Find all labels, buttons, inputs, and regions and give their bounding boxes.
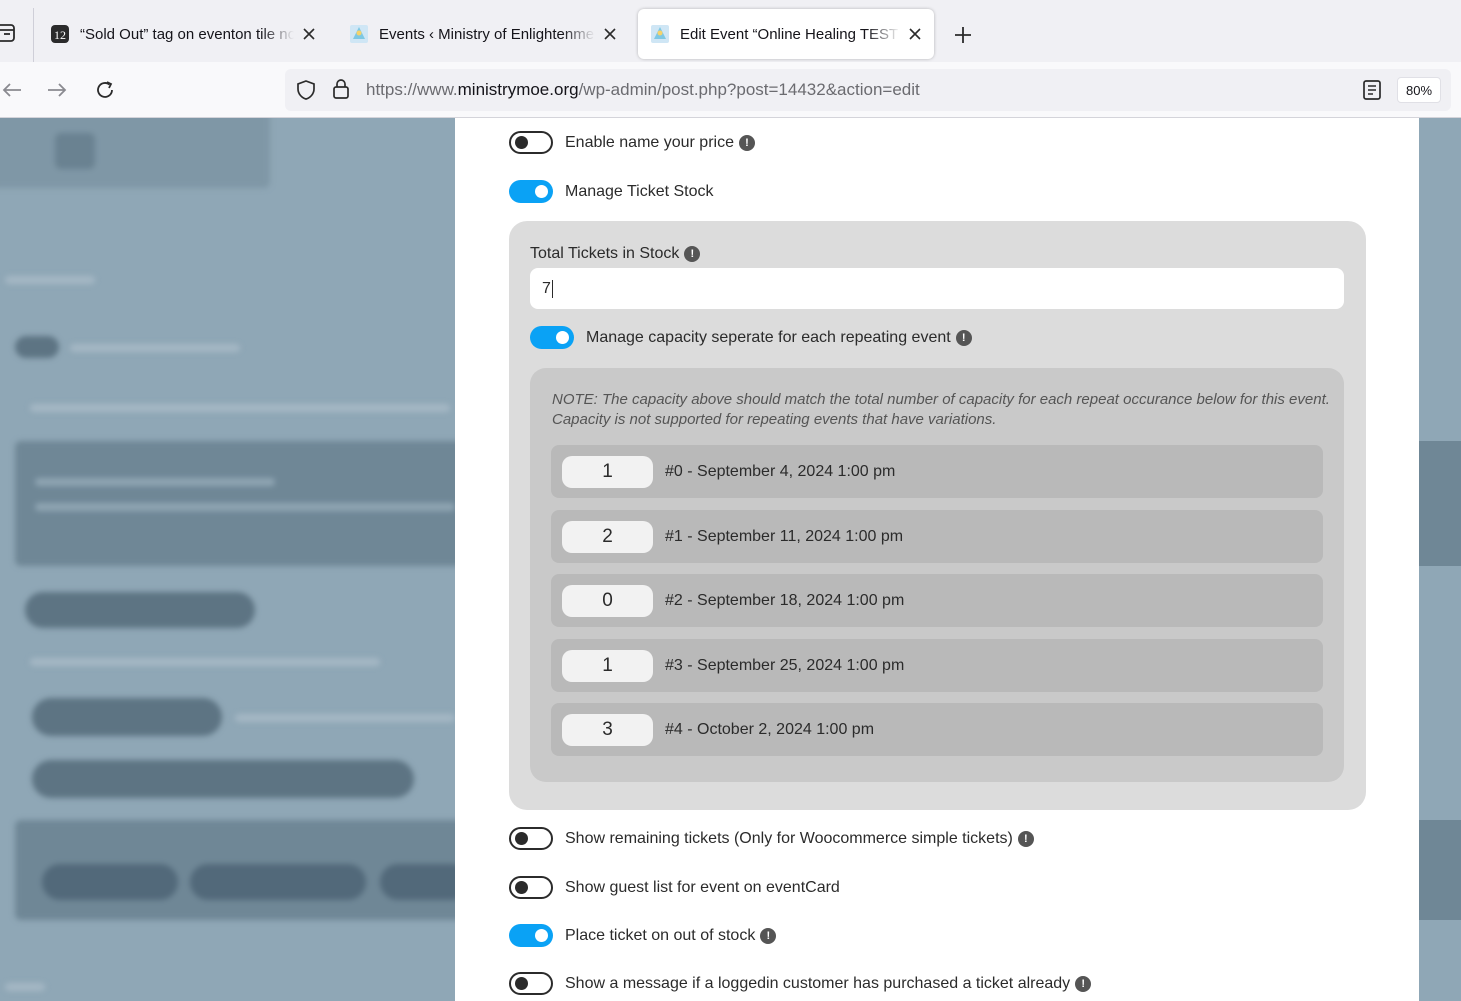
- name-your-price-toggle[interactable]: [509, 131, 553, 154]
- occurrence-date: #4 - October 2, 2024 1:00 pm: [665, 720, 875, 738]
- blurred-background-right: [1419, 118, 1461, 1001]
- shield-icon[interactable]: [295, 79, 317, 106]
- occurrence-row: 1 #3 - September 25, 2024 1:00 pm: [551, 639, 1323, 692]
- tab-title: Edit Event “Online Healing TEST 1: [680, 25, 900, 43]
- repeat-capacity-box: NOTE: The capacity above should match th…: [530, 368, 1344, 782]
- name-your-price-row: Enable name your price !: [509, 131, 755, 154]
- occurrence-capacity-input[interactable]: 3: [562, 713, 653, 746]
- guest-list-toggle[interactable]: [509, 876, 553, 899]
- close-icon[interactable]: [300, 25, 318, 43]
- occurrence-date: #3 - September 25, 2024 1:00 pm: [665, 656, 905, 674]
- back-arrow-icon[interactable]: [0, 78, 24, 102]
- tab-title: “Sold Out” tag on eventon tile not: [80, 25, 294, 43]
- out-of-stock-toggle[interactable]: [509, 924, 553, 947]
- text-cursor: [551, 279, 553, 298]
- guest-list-label: Show guest list for event on eventCard: [565, 878, 840, 896]
- occurrence-date: #1 - September 11, 2024 1:00 pm: [665, 527, 904, 545]
- info-icon[interactable]: !: [738, 134, 755, 151]
- tab-events[interactable]: Events ‹ Ministry of Enlightenment: [337, 9, 629, 59]
- reader-view-icon[interactable]: [1362, 79, 1382, 106]
- manage-stock-row: Manage Ticket Stock: [509, 180, 714, 203]
- info-icon[interactable]: !: [760, 927, 777, 944]
- info-icon[interactable]: !: [684, 246, 701, 262]
- reload-icon[interactable]: [93, 78, 117, 102]
- occurrence-date: #0 - September 4, 2024 1:00 pm: [665, 462, 896, 480]
- occurrence-date: #2 - September 18, 2024 1:00 pm: [665, 591, 905, 609]
- info-icon[interactable]: !: [955, 329, 972, 346]
- total-stock-label: Total Tickets in Stock: [530, 245, 680, 262]
- moe-logo-icon: [349, 24, 369, 44]
- ticket-settings-panel: Enable name your price ! Manage Ticket S…: [455, 118, 1419, 1001]
- out-of-stock-label: Place ticket on out of stock: [565, 926, 756, 944]
- tab-strip: 12 “Sold Out” tag on eventon tile not Ev…: [0, 0, 1461, 62]
- page-content: Enable name your price ! Manage Ticket S…: [0, 118, 1461, 1001]
- navigation-bar: https://www.ministrymoe.org/wp-admin/pos…: [0, 62, 1461, 118]
- total-stock-input[interactable]: 7: [530, 268, 1344, 309]
- total-stock-label-row: Total Tickets in Stock !: [530, 245, 701, 263]
- purchased-message-row: Show a message if a loggedin customer ha…: [509, 972, 1092, 995]
- tab-sold-out[interactable]: 12 “Sold Out” tag on eventon tile not: [38, 9, 328, 59]
- show-remaining-row: Show remaining tickets (Only for Woocomm…: [509, 827, 1034, 850]
- zoom-level-badge[interactable]: 80%: [1397, 77, 1442, 103]
- occurrence-row: 1 #0 - September 4, 2024 1:00 pm: [551, 445, 1323, 498]
- lock-icon[interactable]: [331, 78, 351, 105]
- manage-capacity-toggle[interactable]: [530, 326, 574, 349]
- manage-stock-label: Manage Ticket Stock: [565, 182, 714, 200]
- tab-edit-event[interactable]: Edit Event “Online Healing TEST 1: [638, 9, 934, 59]
- forward-arrow-icon[interactable]: [45, 78, 69, 102]
- show-remaining-toggle[interactable]: [509, 827, 553, 850]
- url-text[interactable]: https://www.ministrymoe.org/wp-admin/pos…: [366, 80, 920, 100]
- tab-list-icon[interactable]: [0, 22, 20, 46]
- info-icon[interactable]: !: [1017, 830, 1034, 847]
- new-tab-icon[interactable]: [951, 23, 975, 47]
- capacity-note: NOTE: The capacity above should match th…: [552, 391, 1330, 428]
- manage-capacity-row: Manage capacity seperate for each repeat…: [530, 326, 972, 349]
- guest-list-row: Show guest list for event on eventCard: [509, 876, 840, 899]
- show-remaining-label: Show remaining tickets (Only for Woocomm…: [565, 829, 1013, 847]
- purchased-message-label: Show a message if a loggedin customer ha…: [565, 974, 1071, 992]
- calendar-12-icon: 12: [50, 24, 70, 44]
- info-icon[interactable]: !: [1075, 975, 1092, 992]
- occurrence-capacity-input[interactable]: 2: [562, 520, 653, 553]
- occurrence-row: 3 #4 - October 2, 2024 1:00 pm: [551, 703, 1323, 756]
- purchased-message-toggle[interactable]: [509, 972, 553, 995]
- close-icon[interactable]: [906, 25, 924, 43]
- tab-title: Events ‹ Ministry of Enlightenment: [379, 25, 595, 43]
- url-bar[interactable]: https://www.ministrymoe.org/wp-admin/pos…: [285, 69, 1451, 111]
- name-your-price-label: Enable name your price: [565, 133, 734, 151]
- occurrence-row: 0 #2 - September 18, 2024 1:00 pm: [551, 574, 1323, 627]
- svg-text:12: 12: [54, 28, 66, 42]
- occurrence-capacity-input[interactable]: 1: [562, 649, 653, 682]
- stock-settings-box: Total Tickets in Stock ! 7 Manage capaci…: [509, 221, 1366, 810]
- manage-capacity-label: Manage capacity seperate for each repeat…: [586, 328, 951, 346]
- tab-separator: [33, 8, 34, 62]
- out-of-stock-row: Place ticket on out of stock !: [509, 924, 777, 947]
- manage-stock-toggle[interactable]: [509, 180, 553, 203]
- close-icon[interactable]: [601, 25, 619, 43]
- occurrence-row: 2 #1 - September 11, 2024 1:00 pm: [551, 510, 1323, 563]
- occurrence-capacity-input[interactable]: 1: [562, 455, 653, 488]
- moe-logo-icon: [650, 24, 670, 44]
- occurrence-capacity-input[interactable]: 0: [562, 584, 653, 617]
